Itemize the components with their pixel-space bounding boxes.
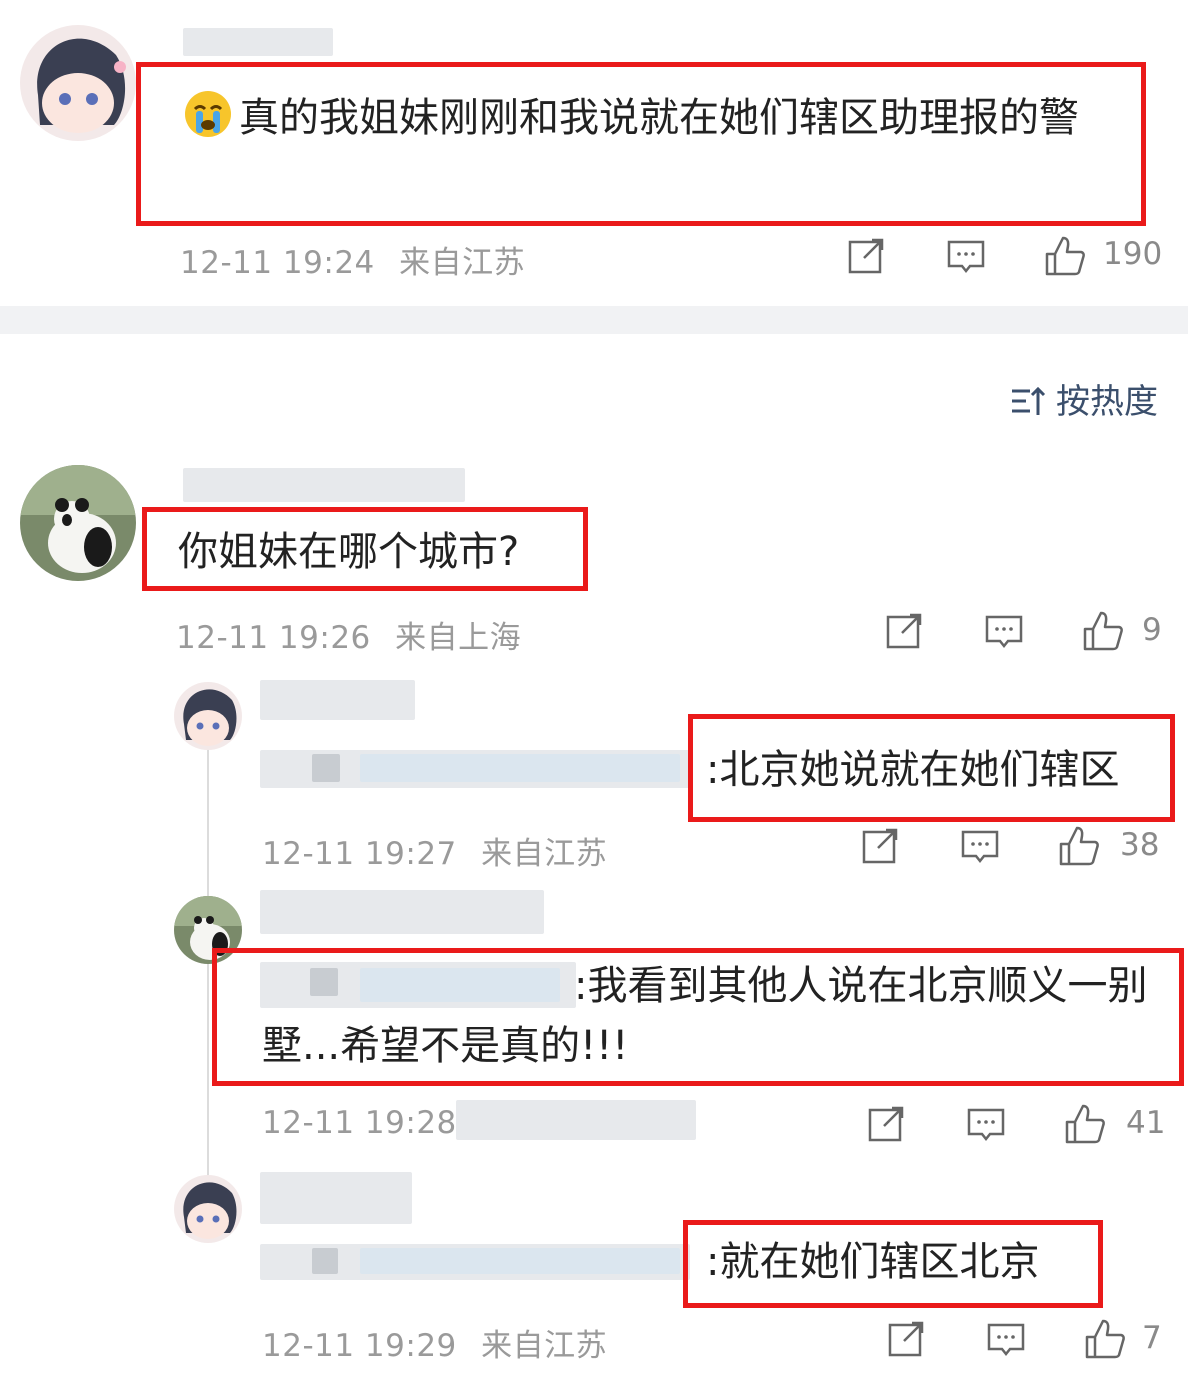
comment-meta: 12-11 19:29 来自江苏 [262, 1320, 607, 1365]
comment-time: 12-11 19:24 [180, 245, 375, 281]
like-count: 190 [1103, 236, 1163, 272]
reply-body: :我看到其他人说在北京顺义一别墅...希望不是真的!!! [262, 963, 1148, 1069]
like-count: 9 [1142, 612, 1162, 648]
comment-time: 12-11 19:27 [262, 836, 457, 872]
thread-line [207, 745, 209, 1225]
comment-meta: 12-11 19:27 来自江苏 [262, 828, 607, 873]
like-icon[interactable] [1081, 609, 1125, 653]
comment-meta: 12-11 19:24 来自江苏 [180, 237, 525, 282]
username-blurred [260, 680, 415, 720]
avatar[interactable] [20, 25, 136, 141]
comment-meta: 12-11 19:28 [262, 1105, 471, 1141]
like-icon[interactable] [1043, 234, 1087, 278]
like-count: 38 [1120, 827, 1160, 863]
comment-location: 来自上海 [395, 620, 522, 656]
share-icon[interactable] [884, 611, 924, 651]
like-icon[interactable] [1083, 1317, 1127, 1361]
reply-target-blurred [260, 1244, 690, 1280]
sort-icon [1010, 383, 1046, 419]
avatar[interactable] [20, 465, 136, 581]
reply-body: :北京她说就在她们辖区 [706, 747, 1120, 793]
comment-text: 真的我姐妹刚刚和我说就在她们辖区助理报的警 [183, 88, 1133, 148]
section-divider [0, 306, 1188, 334]
location-blurred [456, 1100, 696, 1140]
share-icon[interactable] [860, 826, 900, 866]
like-icon[interactable] [1057, 824, 1101, 868]
reply-body: :就在她们辖区北京 [706, 1239, 1040, 1285]
comment-time: 12-11 19:26 [176, 620, 371, 656]
username-blurred [183, 28, 333, 56]
comment-meta: 12-11 19:26 来自上海 [176, 612, 521, 657]
comment-body: 真的我姐妹刚刚和我说就在她们辖区助理报的警 [239, 95, 1079, 141]
comment-icon[interactable] [966, 1104, 1006, 1144]
comment-location: 来自江苏 [481, 1328, 608, 1364]
reply-target-blurred [260, 750, 690, 788]
comment-icon[interactable] [986, 1319, 1026, 1359]
sort-label: 按热度 [1056, 382, 1158, 422]
comment-icon[interactable] [960, 826, 1000, 866]
username-blurred [260, 890, 544, 934]
avatar[interactable] [174, 1175, 242, 1243]
share-icon[interactable] [866, 1104, 906, 1144]
like-count: 41 [1126, 1105, 1166, 1141]
crying-face-icon [183, 89, 233, 139]
share-icon[interactable] [846, 236, 886, 276]
comment-time: 12-11 19:29 [262, 1328, 457, 1364]
comment-location: 来自江苏 [481, 836, 608, 872]
comment-icon[interactable] [946, 236, 986, 276]
comment-icon[interactable] [984, 611, 1024, 651]
comment-location: 来自江苏 [399, 245, 526, 281]
sort-toggle[interactable]: 按热度 [1010, 374, 1158, 423]
avatar[interactable] [174, 682, 242, 750]
comment-body: 你姐妹在哪个城市? [178, 529, 520, 575]
like-count: 7 [1142, 1320, 1162, 1356]
username-blurred [260, 1172, 412, 1224]
comment-time: 12-11 19:28 [262, 1105, 457, 1141]
username-blurred [183, 468, 465, 502]
share-icon[interactable] [886, 1319, 926, 1359]
like-icon[interactable] [1063, 1102, 1107, 1146]
